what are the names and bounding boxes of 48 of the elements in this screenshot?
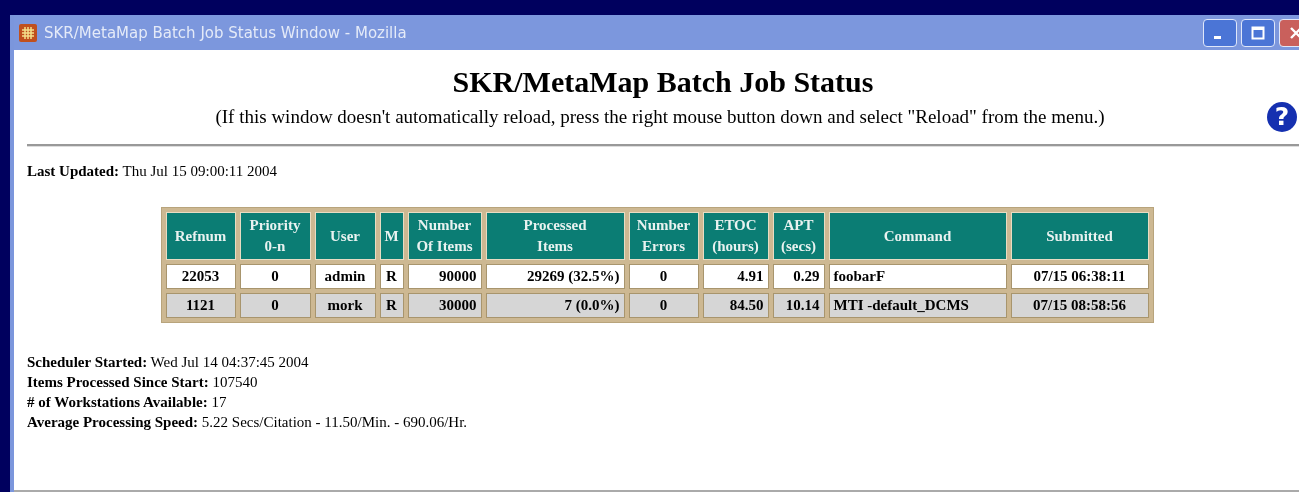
maximize-icon (1251, 25, 1265, 40)
column-header: Number Of Items (407, 212, 482, 260)
table-cell: R (379, 293, 404, 318)
table-cell: 29269 (32.5%) (485, 264, 625, 289)
grid-icon (18, 22, 38, 43)
column-header: Number Errors (628, 212, 699, 260)
column-header: Processed Items (485, 212, 625, 260)
table-cell: foobarF (828, 264, 1007, 289)
stat-line: Scheduler Started: Wed Jul 14 04:37:45 2004 (27, 353, 310, 372)
column-header: Priority 0-n (239, 212, 311, 260)
column-header: User (314, 212, 376, 260)
page-heading: SKR/MetaMap Batch Job Status (451, 64, 875, 100)
table-cell: 10.14 (772, 293, 825, 318)
minimize-button[interactable] (1203, 18, 1237, 47)
window-title: SKR/MetaMap Batch Job Status Window - Mozilla (44, 23, 408, 42)
stat-line: Items Processed Since Start: 107540 (27, 373, 259, 392)
minimize-icon (1213, 36, 1221, 39)
table-cell: MTI -default_DCMS (828, 293, 1007, 318)
table-cell: 22053 (165, 264, 236, 289)
table-cell: 7 (0.0%) (485, 293, 625, 318)
table-cell: mork (314, 293, 376, 318)
table-cell: 4.91 (702, 264, 769, 289)
table-cell: 1121 (165, 293, 236, 318)
column-header: Command (828, 212, 1007, 260)
table-cell: 90000 (407, 264, 482, 289)
maximize-button[interactable] (1241, 18, 1275, 47)
table-cell: 0 (239, 293, 311, 318)
column-header: M (379, 212, 404, 260)
table-cell: 07/15 08:58:56 (1010, 293, 1149, 318)
table-cell: 30000 (407, 293, 482, 318)
table-cell: 07/15 06:38:11 (1010, 264, 1149, 289)
table-cell: 0 (628, 264, 699, 289)
stat-line: # of Workstations Available: 17 (27, 393, 228, 412)
close-icon (1289, 25, 1299, 40)
column-header: Submitted (1010, 212, 1149, 260)
stat-line: Average Processing Speed: 5.22 Secs/Citation - 11.50/Min. - 690.06/Hr. (27, 413, 469, 432)
last-updated-text: Last Updated: Thu Jul 15 09:00:11 2004 (27, 162, 279, 181)
column-header: ETOC (hours) (702, 212, 769, 260)
reload-note: (If this window doesn't automatically reload, press the right mouse button down and select "Reload" from the menu.) (214, 106, 1106, 128)
table-cell: 0 (239, 264, 311, 289)
column-header: APT (secs) (772, 212, 825, 260)
table-cell: 84.50 (702, 293, 769, 318)
table-cell: admin (314, 264, 376, 289)
table-cell: 0 (628, 293, 699, 318)
table-cell: R (379, 264, 404, 289)
table-cell: 0.29 (772, 264, 825, 289)
help-icon[interactable]: ? (1267, 102, 1297, 132)
column-header: Refnum (165, 212, 236, 260)
